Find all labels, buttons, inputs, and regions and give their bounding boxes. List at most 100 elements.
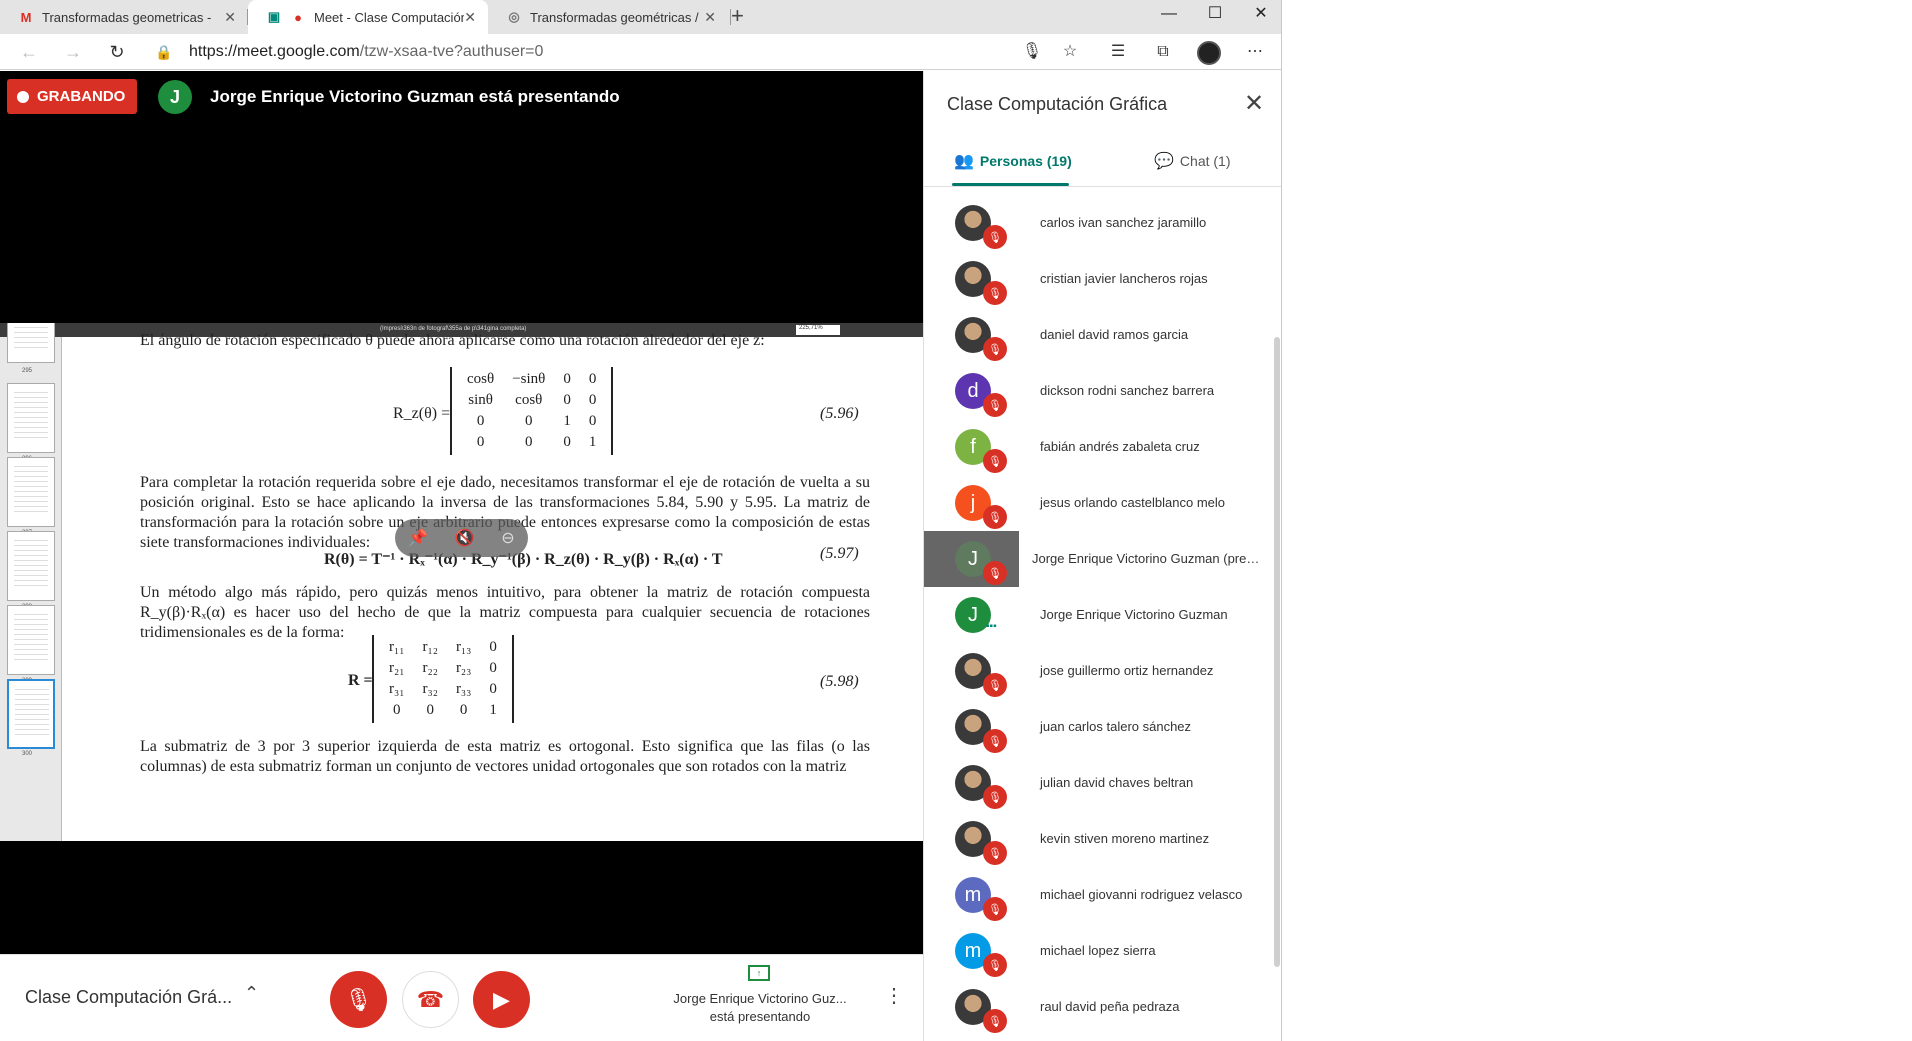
participant-row[interactable]: 🎙 raul david peña pedraza [924,979,1269,1035]
meeting-details-panel: Clase Computación Gráfica ✕ 👥 Personas (… [923,71,1281,1041]
participant-row[interactable]: J ▪▪▪ Jorge Enrique Victorino Guzman [924,587,1269,643]
page-thumbnail[interactable] [7,383,55,453]
matrix-cell: 0 [525,413,533,429]
speaking-indicator-icon: ▪▪▪ [986,621,997,632]
presenting-status[interactable]: Jorge Enrique Victorino Guz... [650,991,870,1006]
participant-avatar-area: 🎙 [924,307,1019,363]
participant-row[interactable]: d 🎙 dickson rodni sanchez barrera [924,363,1269,419]
participant-row[interactable]: 🎙 carlos ivan sanchez jaramillo [924,195,1269,251]
people-icon: 👥 [954,153,974,170]
paragraph: La submatriz de 3 por 3 superior izquier… [140,738,870,775]
url-path: /tzw-xsaa-tve?authuser=0 [359,43,544,60]
mic-muted-icon: 🎙 [983,897,1007,921]
remove-icon[interactable]: ⊖ [501,528,514,548]
forward-icon[interactable]: → [61,40,85,64]
tab-chat-label: Chat (1) [1179,153,1231,169]
mute-all-icon[interactable]: 🔇 [455,528,475,548]
participant-row[interactable]: 🎙 julian david chaves beltran [924,755,1269,811]
back-icon[interactable]: ← [17,40,41,64]
participant-row[interactable]: 🎙 cristian javier lancheros rojas [924,251,1269,307]
microphone-permission-icon[interactable]: 🎙 [1021,41,1043,63]
maximize-button[interactable]: ☐ [1192,0,1238,30]
participant-row[interactable]: J 🎙 Jorge Enrique Victorino Guzman (pres..… [924,531,1269,587]
browser-window: M Transformadas geometricas - jpa ✕ ▣ ● … [0,0,1282,1041]
camera-off-button[interactable]: ▶ [473,971,530,1028]
tab-title: Transformadas geométricas / jos [530,9,702,25]
close-tab-icon[interactable]: ✕ [464,9,476,26]
tab-people[interactable]: 👥 Personas (19) [954,151,1072,171]
close-icon[interactable]: ✕ [1244,89,1264,118]
participant-row[interactable]: m 🎙 michael giovanni rodriguez velasco [924,867,1269,923]
matrix-cell: r₃₁ [389,681,405,697]
matrix-row: r₃₁ r₃₂ r₃₃ 0 [380,679,506,700]
recording-dot-icon [17,90,29,103]
equation-label: R = [348,672,373,689]
panel-title: Clase Computación Gráfica [947,94,1168,114]
participant-avatar-area: 🎙 [924,979,1019,1035]
participant-name: julian david chaves beltran [1040,775,1194,790]
chevron-up-icon[interactable]: ⌃ [244,983,259,1004]
participant-row[interactable]: j 🎙 jesus orlando castelblanco melo [924,475,1269,531]
equation: R(θ) = T⁻¹ · Rₓ⁻¹(α) · R_y⁻¹(β) · R_z(θ)… [324,551,723,568]
lock-icon[interactable]: 🔒 [152,40,176,64]
page-thumbnail-active[interactable] [7,679,55,749]
participant-row[interactable]: m 🎙 michael lopez sierra [924,923,1269,979]
matrix-cell: r₁₁ [389,639,405,655]
participant-row[interactable]: 🎙 juan carlos talero sánchez [924,699,1269,755]
close-window-button[interactable]: ✕ [1238,0,1281,30]
paragraph: Un método algo más rápido, pero quizás m… [140,584,870,641]
participant-row[interactable]: 🎙 kevin stiven moreno martinez [924,811,1269,867]
tab-gmail[interactable]: M Transformadas geometricas - jpa ✕ [0,0,248,34]
participant-name: dickson rodni sanchez barrera [1040,383,1215,398]
participant-name: jose guillermo ortiz hernandez [1040,663,1214,678]
participant-name: raul david peña pedraza [1040,999,1180,1014]
tab-transformadas[interactable]: ◎ Transformadas geométricas / jos ✕ [488,0,728,34]
page-thumbnail[interactable] [7,457,55,527]
rotation-matrix-z: cosθ −sinθ 0 0 sinθ cosθ 0 0 0 0 1 0 0 0 0 1 [450,367,614,455]
matrix-cell: r₂₂ [422,660,438,676]
profile-avatar[interactable] [1197,41,1221,65]
participant-name: michael giovanni rodriguez velasco [1040,887,1243,902]
page-thumbnail[interactable] [7,531,55,601]
matrix-cell: 0 [489,660,497,676]
collections-icon[interactable]: ⧉ [1152,41,1174,63]
minimize-button[interactable]: — [1146,0,1192,30]
participant-name: fabián andrés zabaleta cruz [1040,439,1200,454]
presenter-banner: Jorge Enrique Victorino Guzman está pres… [210,87,620,106]
present-screen-icon[interactable]: ↑ [748,965,770,981]
participant-list-scrollbar[interactable] [1274,337,1280,967]
matrix-cell: 0 [426,702,434,718]
favorites-bar-icon[interactable]: ☰ [1107,41,1129,63]
favorite-star-icon[interactable]: ☆ [1059,41,1081,63]
page-thumbnail[interactable] [7,605,55,675]
participant-row[interactable]: 🎙 daniel david ramos garcia [924,307,1269,363]
participant-avatar-area: 🎙 [924,699,1019,755]
pin-icon[interactable]: 📌 [408,528,428,548]
address-bar[interactable]: https://meet.google.com/tzw-xsaa-tve?aut… [189,43,543,61]
reload-icon[interactable]: ↻ [105,40,129,64]
tab-chat[interactable]: 💬 Chat (1) [1154,151,1231,171]
thumbnail-page-number: 300 [22,751,33,757]
mic-muted-icon: 🎙 [983,729,1007,753]
participant-name: carlos ivan sanchez jaramillo [1040,215,1207,230]
camera-off-icon: ▶ [493,986,510,1012]
page-thumbnail[interactable] [7,323,55,363]
tab-meet[interactable]: ▣ ● Meet - Clase Computación G ✕ [248,0,488,34]
leave-call-button[interactable]: ☎ [402,971,459,1028]
close-tab-icon[interactable]: ✕ [704,9,716,26]
close-tab-icon[interactable]: ✕ [224,9,236,26]
matrix-cell: r₁₂ [422,639,438,655]
mic-muted-icon: 🎙 [983,393,1007,417]
meeting-details-button[interactable]: Clase Computación Grá... [25,987,232,1008]
presenting-status-sub: está presentando [709,1009,811,1024]
chat-icon: 💬 [1154,153,1174,170]
participant-name: kevin stiven moreno martinez [1040,831,1210,846]
settings-more-icon[interactable]: ⋯ [1244,41,1266,63]
participant-row[interactable]: 🎙 jose guillermo ortiz hernandez [924,643,1269,699]
recording-dot-icon: ● [294,9,302,25]
participant-row[interactable]: f 🎙 fabián andrés zabaleta cruz [924,419,1269,475]
microphone-off-button[interactable]: 🎙 [330,971,387,1028]
more-options-icon[interactable]: ⋮ [884,983,904,1008]
new-tab-button[interactable]: + [731,3,744,29]
participant-name: cristian javier lancheros rojas [1040,271,1208,286]
